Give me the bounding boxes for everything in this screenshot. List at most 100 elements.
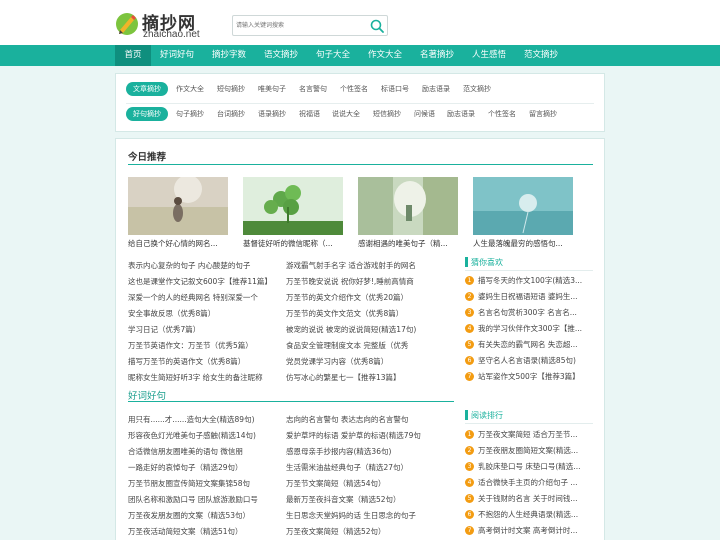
tag-category-articles[interactable]: 文章摘抄	[126, 82, 168, 96]
section-divider	[128, 401, 454, 402]
thumb-image-2[interactable]	[243, 177, 343, 235]
sidebar-rank-item[interactable]: 1 万圣夜文案简短 适合万圣节...	[465, 429, 593, 441]
thumb-caption[interactable]: 人生最落魄最穷的感悟句...	[473, 238, 578, 249]
tag-box: 文章摘抄 作文大全 短句摘抄 唯美句子 名言警句 个性签名 标语口号 励志语录 …	[115, 73, 605, 132]
sidebar-fav-item[interactable]: 3 名言名句赏析300字 名言名...	[465, 307, 593, 319]
header: 摘抄网 zhaichao.net	[0, 0, 720, 45]
article-link[interactable]: 描写万圣节的英语作文（优秀8篇）	[128, 356, 280, 367]
tag-link[interactable]: 范文摘抄	[463, 82, 491, 96]
nav-life[interactable]: 人生感悟	[466, 45, 512, 66]
article-link[interactable]: 安全事故反思（优秀8篇）	[128, 308, 280, 319]
article-link[interactable]: 被宠的说说 被宠的说说简短(精选17句)	[286, 324, 456, 335]
sidebar-rank-item[interactable]: 7 高考倒计时文案 高考倒计时...	[465, 525, 593, 537]
sidebar-fav-item[interactable]: 6 坚守名人名言语录(精选85句)	[465, 355, 593, 367]
tag-link[interactable]: 语录摘抄	[258, 107, 286, 121]
article-link[interactable]: 生日思念天堂妈妈的话 生日思念的句子	[286, 510, 456, 521]
tag-link[interactable]: 个性签名	[488, 107, 516, 121]
sidebar-fav-item[interactable]: 1 描写冬天的作文100字(精选3...	[465, 275, 593, 287]
article-link[interactable]: 最新万圣夜抖音文案（精选52句）	[286, 494, 456, 505]
tag-link[interactable]: 祝福语	[299, 107, 320, 121]
site-logo[interactable]: 摘抄网 zhaichao.net	[115, 8, 205, 40]
tag-link[interactable]: 短信摘抄	[373, 107, 401, 121]
rank-badge: 4	[465, 324, 474, 333]
article-link[interactable]: 食品安全管理制度文本 完整版（优秀	[286, 340, 456, 351]
tag-link[interactable]: 唯美句子	[258, 82, 286, 96]
photo-forest-icon	[358, 177, 458, 235]
article-link[interactable]: 感恩母亲手抄报内容(精选36句)	[286, 446, 456, 457]
article-link[interactable]: 游戏霸气射手名字 适合游戏射手的网名	[286, 260, 456, 271]
rank-badge: 4	[465, 478, 474, 487]
tag-link[interactable]: 问候语	[414, 107, 435, 121]
article-link[interactable]: 仿写冰心的繁星七一【推荐13篇】	[286, 372, 456, 383]
sidebar-rank-item[interactable]: 4 适合微快手主页的介绍句子 ...	[465, 477, 593, 489]
article-link[interactable]: 万圣夜发朋友圈的文案（精选53句）	[128, 510, 280, 521]
article-link[interactable]: 万圣夜活动简短文案（精选51句）	[128, 526, 280, 537]
main-panel: 今日推荐 给自己换个好心情的网名... 基督徒好听的微信昵称（... 感谢相遇的…	[115, 138, 605, 540]
tag-divider	[126, 103, 594, 104]
article-link[interactable]: 爱护草坪的标语 爱护草的标语(精选79句	[286, 430, 456, 441]
sidebar-fav-item[interactable]: 5 有关失恋的霸气网名 失恋超...	[465, 339, 593, 351]
sidebar-fav-item[interactable]: 4 我的学习伙伴作文300字【推...	[465, 323, 593, 335]
article-link[interactable]: 万圣节的英文作文范文（优秀8篇）	[286, 308, 456, 319]
tag-link[interactable]: 短句摘抄	[217, 82, 245, 96]
article-link[interactable]: 党员党课学习内容（优秀8篇）	[286, 356, 456, 367]
sidebar-accent-bar	[465, 257, 468, 267]
sidebar-rank-item[interactable]: 5 关于钱财的名言 关于时间钱...	[465, 493, 593, 505]
article-link[interactable]: 万圣节英语作文：万圣节（优秀5篇）	[128, 340, 280, 351]
sidebar-fav-item[interactable]: 7 站军姿作文500字【推荐3篇】	[465, 371, 593, 383]
sidebar-rank-item[interactable]: 6 不抱怨的人生经典语录(精选...	[465, 509, 593, 521]
rank-badge: 2	[465, 446, 474, 455]
article-link[interactable]: 万圣节朋友圈宣传简短文案集锦58句	[128, 478, 280, 489]
tag-link[interactable]: 励志语录	[422, 82, 450, 96]
thumb-caption[interactable]: 感谢相遇的唯美句子（精...	[358, 238, 463, 249]
article-link[interactable]: 形容夜色灯光唯美句子感触(精选14句)	[128, 430, 280, 441]
nav-sentences[interactable]: 句子大全	[310, 45, 356, 66]
search-icon[interactable]	[369, 18, 385, 34]
nav-home[interactable]: 首页	[115, 45, 151, 66]
article-link[interactable]: 万圣夜文案简短（精选52句）	[286, 526, 456, 537]
article-link[interactable]: 合适微信朋友圈唯美的语句 微信朋	[128, 446, 280, 457]
article-link[interactable]: 万圣节的英文介绍作文（优秀20篇）	[286, 292, 456, 303]
tag-link[interactable]: 说说大全	[332, 107, 360, 121]
tag-link[interactable]: 标语口号	[381, 82, 409, 96]
tag-link[interactable]: 句子摘抄	[176, 107, 204, 121]
good-section-title: 好词好句	[128, 391, 167, 402]
article-link[interactable]: 万圣节文案简短（精选54句）	[286, 478, 456, 489]
nav-chinese-excerpt[interactable]: 语文摘抄	[258, 45, 304, 66]
article-link[interactable]: 团队名称和激励口号 团队旅游激励口号	[128, 494, 280, 505]
sidebar-fav-item[interactable]: 2 婆妈生日祝福语短语 婆妈生...	[465, 291, 593, 303]
tag-link[interactable]: 励志语录	[447, 107, 475, 121]
nav-good-words[interactable]: 好词好句	[154, 45, 200, 66]
thumb-image-3[interactable]	[358, 177, 458, 235]
rank-badge: 1	[465, 430, 474, 439]
thumb-image-4[interactable]	[473, 177, 573, 235]
tag-link[interactable]: 留言摘抄	[529, 107, 557, 121]
article-link[interactable]: 昵称女生简短好听3字 给女生的备注昵称	[128, 372, 280, 383]
nav-classics[interactable]: 名著摘抄	[414, 45, 460, 66]
article-link[interactable]: 表示内心复杂的句子 内心酸楚的句子	[128, 260, 280, 271]
photo-dandelion-icon	[473, 177, 573, 235]
nav-sample-essays[interactable]: 范文摘抄	[518, 45, 564, 66]
article-link[interactable]: 学习日记（优秀7篇）	[128, 324, 280, 335]
article-link[interactable]: 志向的名言警句 表达志向的名言警句	[286, 414, 456, 425]
tag-link[interactable]: 个性签名	[340, 82, 368, 96]
article-link[interactable]: 用只有......才......造句大全(精选89句)	[128, 414, 280, 425]
article-link[interactable]: 生活需米油盐经典句子（精选27句）	[286, 462, 456, 473]
nav-essays[interactable]: 作文大全	[362, 45, 408, 66]
tag-link[interactable]: 名言警句	[299, 82, 327, 96]
search-input[interactable]	[236, 18, 364, 33]
article-link[interactable]: 万圣节晚安说说 祝你好梦!,睡前高情商	[286, 276, 456, 287]
rank-badge: 1	[465, 276, 474, 285]
article-link[interactable]: 一路走好的哀悼句子（精选29句）	[128, 462, 280, 473]
nav-word-count[interactable]: 摘抄字数	[206, 45, 252, 66]
tag-link[interactable]: 作文大全	[176, 82, 204, 96]
article-link[interactable]: 这也是课堂作文记叙文600字【推荐11篇】	[128, 276, 280, 287]
thumb-caption[interactable]: 给自己换个好心情的网名...	[128, 238, 233, 249]
tag-link[interactable]: 台词摘抄	[217, 107, 245, 121]
article-link[interactable]: 深爱一个的人的经典网名 特别深爱一个	[128, 292, 280, 303]
tag-category-sentences[interactable]: 好句摘抄	[126, 107, 168, 121]
thumb-caption[interactable]: 基督徒好听的微信昵称（...	[243, 238, 348, 249]
thumb-image-1[interactable]	[128, 177, 228, 235]
sidebar-rank-item[interactable]: 3 乳胶床垫口号 床垫口号(精选...	[465, 461, 593, 473]
sidebar-rank-item[interactable]: 2 万圣夜朋友圈简短文案(精选...	[465, 445, 593, 457]
